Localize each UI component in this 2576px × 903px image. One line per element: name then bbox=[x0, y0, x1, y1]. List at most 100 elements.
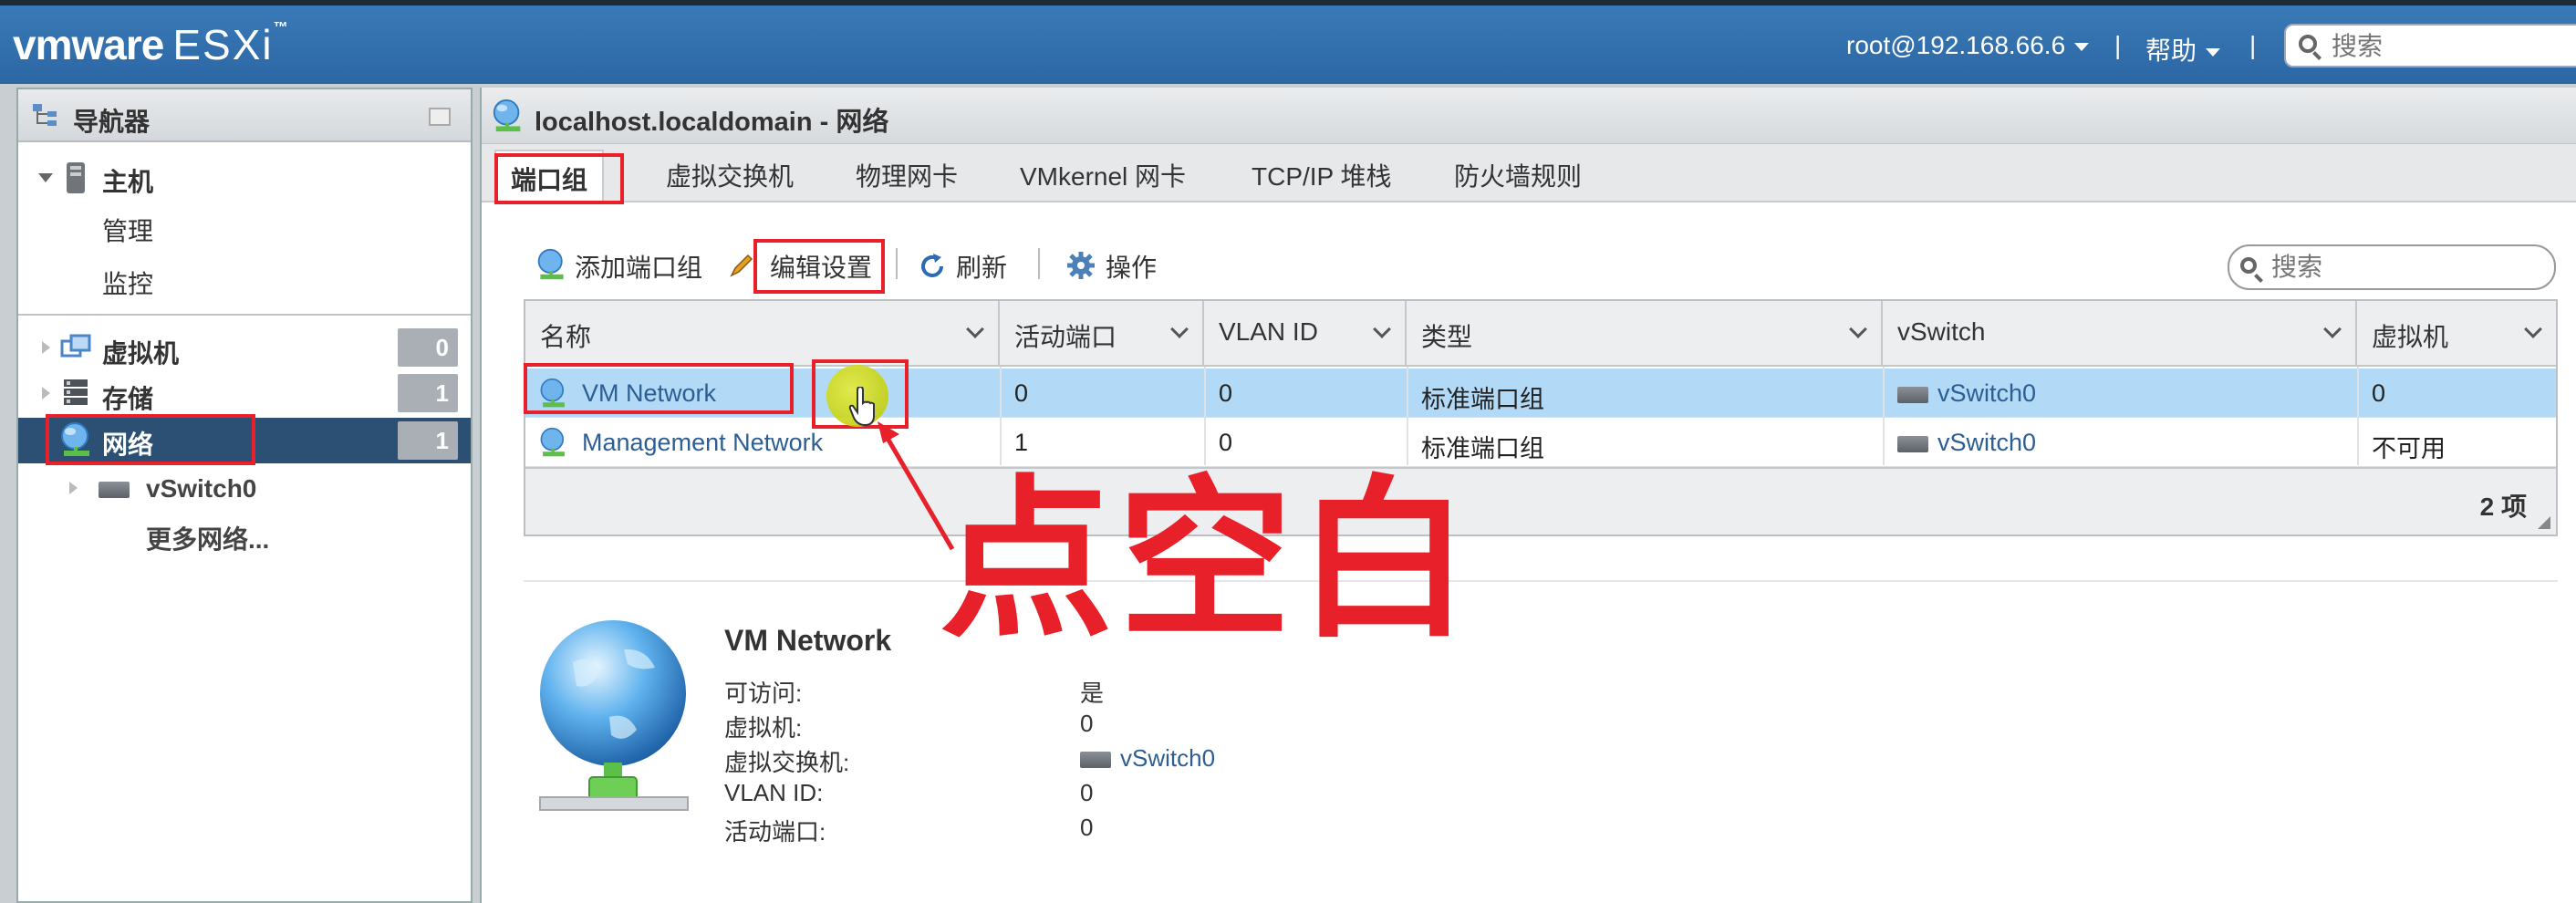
table-search-input[interactable] bbox=[2271, 254, 2536, 281]
chevron-down-icon bbox=[2524, 320, 2542, 338]
port-group-name-link[interactable]: Management Network bbox=[582, 429, 823, 457]
table-search[interactable] bbox=[2228, 244, 2556, 290]
detail-label-vms: 虚拟机: bbox=[724, 714, 803, 742]
global-search-input[interactable] bbox=[2332, 33, 2569, 60]
column-header-name[interactable]: 名称 bbox=[525, 301, 1000, 367]
active-ports-cell: 0 bbox=[1014, 379, 1029, 407]
refresh-button[interactable]: 刷新 bbox=[956, 248, 1007, 285]
vms-cell: 0 bbox=[2372, 379, 2386, 407]
detail-value-accessible: 是 bbox=[1080, 680, 1105, 707]
nav-host-monitor[interactable]: 监控 bbox=[102, 265, 153, 301]
nav-more-networks[interactable]: 更多网络... bbox=[146, 520, 269, 556]
chevron-down-icon bbox=[2074, 43, 2090, 52]
tab-physical-nics[interactable]: 物理网卡 bbox=[856, 157, 958, 193]
network-globe-icon bbox=[493, 99, 521, 132]
host-icon bbox=[67, 162, 85, 193]
chevron-down-icon bbox=[966, 320, 984, 338]
port-group-icon bbox=[540, 427, 565, 457]
divider bbox=[18, 314, 471, 316]
tab-vmkernel-nics[interactable]: VMkernel 网卡 bbox=[1020, 157, 1186, 193]
tab-virtual-switches[interactable]: 虚拟交换机 bbox=[666, 157, 794, 193]
pencil-icon bbox=[730, 254, 753, 277]
gear-icon bbox=[1067, 252, 1095, 279]
expand-icon[interactable] bbox=[69, 482, 78, 494]
vms-cell: 不可用 bbox=[2372, 435, 2446, 462]
separator: | bbox=[2114, 31, 2122, 59]
detail-label-vswitch: 虚拟交换机: bbox=[724, 749, 850, 776]
help-menu[interactable]: 帮助 bbox=[2145, 31, 2221, 67]
column-divider bbox=[1883, 367, 1885, 465]
hand-cursor-icon bbox=[848, 387, 875, 427]
table-footer: 2 项 bbox=[525, 467, 2556, 535]
nav-host[interactable]: 主机 bbox=[102, 162, 153, 199]
table-header: 名称 活动端口 VLAN ID 类型 vSwitch 虚拟机 bbox=[525, 301, 2556, 367]
column-header-active-ports[interactable]: 活动端口 bbox=[1000, 301, 1204, 367]
tab-firewall-rules[interactable]: 防火墙规则 bbox=[1454, 157, 1582, 193]
nav-storage[interactable]: 存储 bbox=[102, 379, 153, 416]
column-header-vswitch[interactable]: vSwitch bbox=[1883, 301, 2357, 367]
tab-tcpip-stacks[interactable]: TCP/IP 堆栈 bbox=[1252, 157, 1392, 193]
top-bar: vmware ESXi™ root@192.168.66.6 | 帮助 | bbox=[0, 0, 2576, 84]
detail-label-active-ports: 活动端口: bbox=[724, 818, 826, 846]
network-count-badge: 1 bbox=[398, 421, 458, 460]
expand-icon[interactable] bbox=[42, 341, 50, 354]
chevron-down-icon bbox=[1170, 320, 1189, 338]
collapse-panel-icon[interactable] bbox=[429, 108, 451, 126]
highlight-box bbox=[524, 363, 794, 414]
column-divider bbox=[2357, 367, 2359, 465]
user-menu[interactable]: root@192.168.66.6 bbox=[1846, 31, 2090, 60]
global-search[interactable] bbox=[2284, 24, 2576, 67]
detail-value-vms: 0 bbox=[1080, 710, 1094, 737]
detail-title: VM Network bbox=[724, 624, 892, 657]
chevron-down-icon bbox=[1849, 320, 1867, 338]
storage-count-badge: 1 bbox=[398, 374, 458, 412]
column-header-type[interactable]: 类型 bbox=[1407, 301, 1883, 367]
vswitch-icon bbox=[1080, 752, 1111, 769]
vswitch-link[interactable]: vSwitch0 bbox=[1897, 429, 2036, 457]
navigator-title: 导航器 bbox=[73, 108, 151, 136]
toolbar-separator bbox=[896, 248, 898, 279]
active-ports-cell: 1 bbox=[1014, 429, 1029, 456]
storage-icon bbox=[64, 379, 88, 405]
chevron-down-icon bbox=[1373, 320, 1391, 338]
detail-vswitch-link[interactable]: vSwitch0 bbox=[1080, 744, 1215, 773]
type-cell: 标准端口组 bbox=[1421, 386, 1544, 413]
column-header-vms[interactable]: 虚拟机 bbox=[2357, 301, 2556, 367]
chevron-down-icon bbox=[2323, 320, 2342, 338]
main-header: localhost.localdomain - 网络 bbox=[482, 88, 2576, 144]
search-icon bbox=[2240, 257, 2257, 274]
vswitch-icon bbox=[1897, 435, 1928, 452]
detail-label-accessible: 可访问: bbox=[724, 680, 803, 707]
navigator-panel: 导航器 主机 管理 监控 虚拟机 0 存储 1 网络 1 vSwitch0 更多… bbox=[16, 88, 473, 903]
toolbar-separator bbox=[1038, 248, 1040, 279]
vswitch-icon bbox=[1897, 386, 1928, 403]
column-header-vlan-id[interactable]: VLAN ID bbox=[1204, 301, 1407, 367]
network-globe-large-icon bbox=[539, 620, 689, 811]
vlan-id-cell: 0 bbox=[1219, 379, 1233, 407]
vm-icon bbox=[60, 334, 91, 358]
item-count: 2 项 bbox=[2479, 493, 2527, 521]
vswitch-link[interactable]: vSwitch0 bbox=[1897, 379, 2036, 408]
actions-button[interactable]: 操作 bbox=[1106, 248, 1157, 285]
nav-vms[interactable]: 虚拟机 bbox=[102, 334, 179, 370]
navigator-header: 导航器 bbox=[18, 89, 471, 142]
vswitch-icon bbox=[99, 482, 130, 498]
add-port-group-icon bbox=[537, 248, 564, 280]
navigator-tree-icon bbox=[33, 104, 57, 126]
expand-icon[interactable] bbox=[38, 173, 53, 182]
detail-label-vlan-id: VLAN ID: bbox=[724, 779, 824, 806]
nav-host-manage[interactable]: 管理 bbox=[102, 212, 153, 248]
page-title: localhost.localdomain - 网络 bbox=[535, 108, 889, 137]
resize-handle-icon[interactable] bbox=[2538, 516, 2550, 529]
expand-icon[interactable] bbox=[42, 387, 50, 400]
separator: | bbox=[2249, 31, 2257, 59]
main-panel: localhost.localdomain - 网络 端口组 虚拟交换机 物理网… bbox=[480, 88, 2576, 903]
highlight-box bbox=[494, 153, 624, 204]
chevron-down-icon bbox=[2206, 48, 2221, 57]
refresh-icon bbox=[921, 254, 943, 277]
detail-value-vlan-id: 0 bbox=[1080, 779, 1094, 806]
nav-vswitch0[interactable]: vSwitch0 bbox=[146, 474, 256, 503]
highlight-box bbox=[753, 239, 885, 294]
add-port-group-button[interactable]: 添加端口组 bbox=[575, 248, 702, 285]
annotation-text: 点空白 bbox=[940, 460, 1477, 661]
